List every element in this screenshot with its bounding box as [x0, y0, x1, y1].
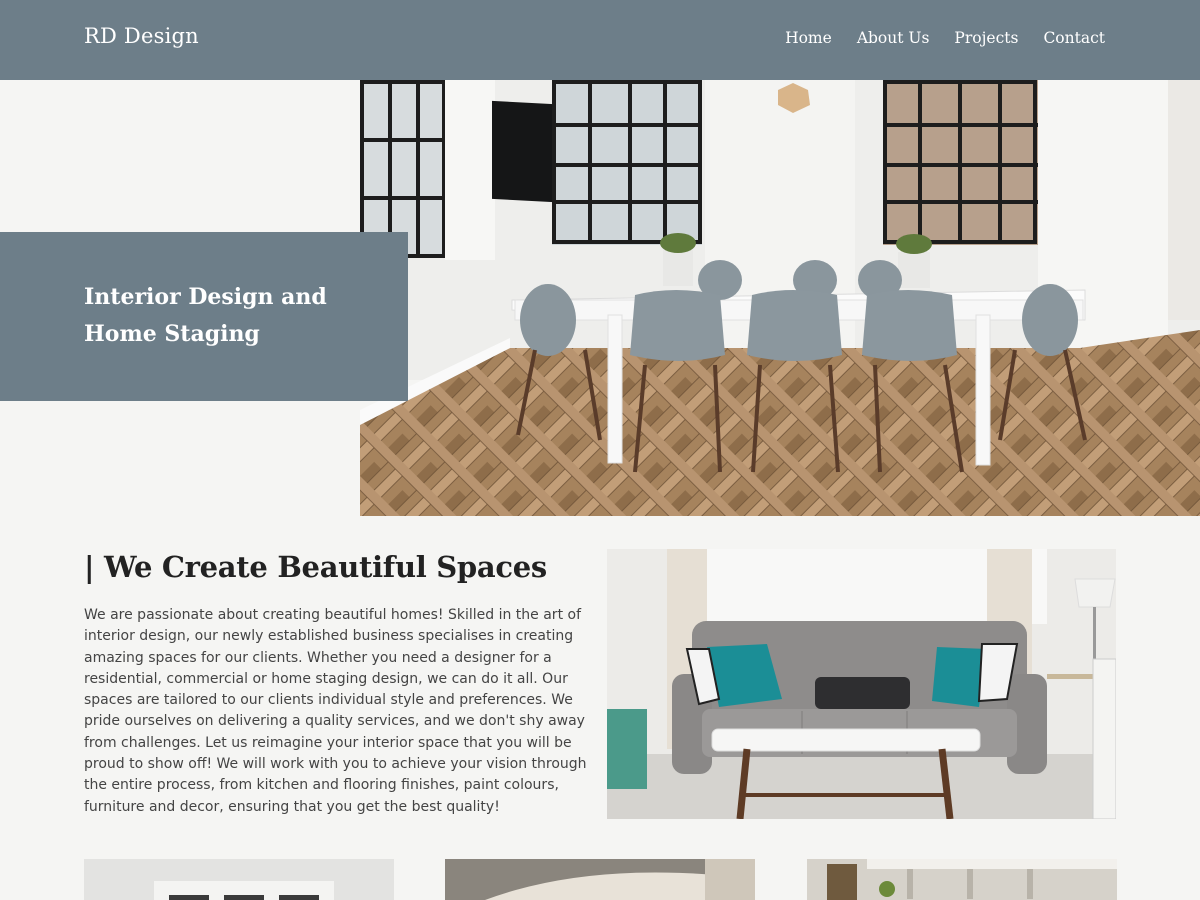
main-nav: Home About Us Projects Contact: [785, 29, 1105, 47]
nav-about-us[interactable]: About Us: [857, 29, 930, 47]
hero-image: [360, 80, 1200, 516]
project-thumbnail-1[interactable]: [84, 859, 394, 900]
project-thumbnail-photo: [84, 859, 394, 900]
hero-title: Interior Design and Home Staging: [84, 284, 327, 347]
about-body: We are passionate about creating beautif…: [84, 607, 587, 815]
nav-projects[interactable]: Projects: [954, 29, 1018, 47]
project-thumbnail-photo: [807, 859, 1117, 900]
living-room-photo: [607, 549, 1116, 819]
brand-logo[interactable]: RD Design: [84, 24, 199, 48]
dining-room-photo: [360, 80, 1200, 516]
project-thumbnail-photo: [445, 859, 755, 900]
site-header: RD Design Home About Us Projects Contact: [0, 0, 1200, 80]
about-heading: | We Create Beautiful Spaces: [84, 550, 547, 584]
project-thumbnail-3[interactable]: [807, 859, 1117, 900]
nav-contact[interactable]: Contact: [1043, 29, 1105, 47]
nav-home[interactable]: Home: [785, 29, 832, 47]
project-thumbnail-2[interactable]: [445, 859, 755, 900]
about-image: [607, 549, 1116, 819]
